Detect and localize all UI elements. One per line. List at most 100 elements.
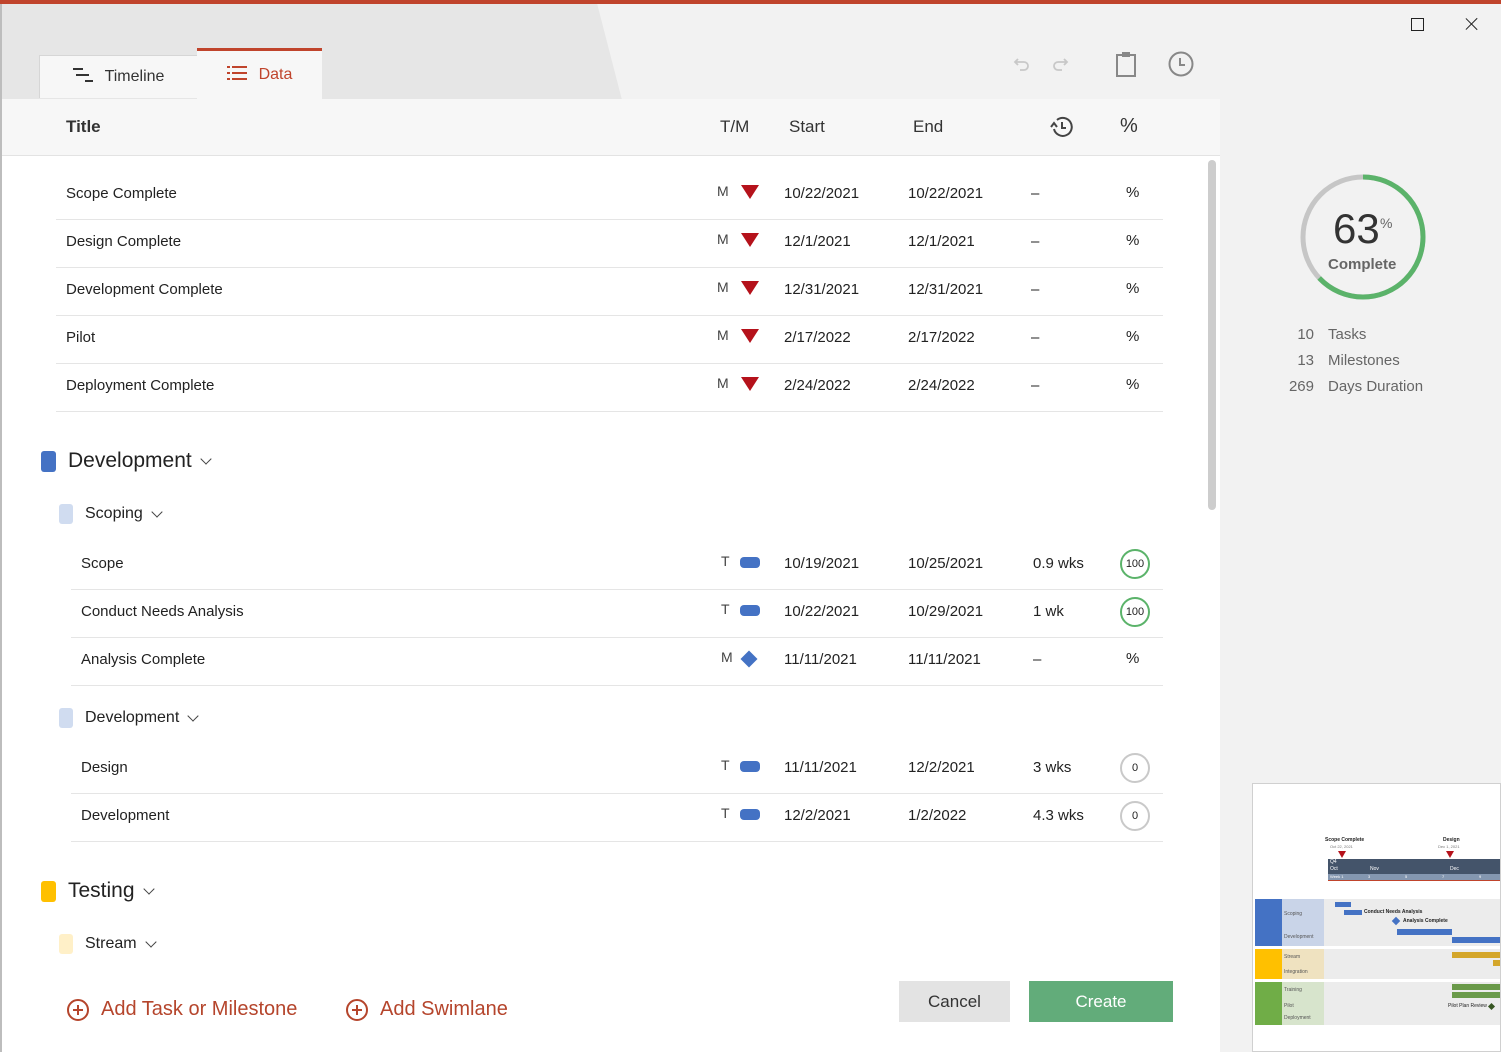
row-start: 10/19/2021 — [784, 555, 860, 572]
row-type: T — [721, 601, 730, 617]
timeline-icon — [72, 67, 93, 87]
swimlane-color-swatch[interactable] — [41, 880, 56, 902]
row-type: M — [717, 231, 729, 247]
group-title: Scoping — [85, 505, 143, 522]
table-row[interactable]: Pilot M 2/17/2022 2/17/2022 – % — [56, 315, 1163, 364]
table-row[interactable]: Scope Complete M 10/22/2021 10/22/2021 –… — [56, 171, 1163, 220]
timeline-preview[interactable]: Scope Complete Oct 22, 2021 Design Dec 1… — [1252, 783, 1501, 1052]
table-row[interactable]: Design Complete M 12/1/2021 12/1/2021 – … — [56, 219, 1163, 268]
preview-milestone-date: Oct 22, 2021 — [1330, 844, 1353, 849]
chevron-down-icon[interactable] — [144, 935, 157, 948]
table-row[interactable]: Analysis Complete M 11/11/2021 11/11/202… — [71, 637, 1163, 686]
table-row[interactable]: Development T 12/2/2021 1/2/2022 4.3 wks… — [71, 793, 1163, 842]
milestone-triangle-icon — [741, 329, 759, 343]
row-type: T — [721, 757, 730, 773]
row-end: 12/1/2021 — [908, 233, 975, 250]
percent-complete-badge[interactable]: 0 — [1120, 753, 1150, 783]
row-end: 2/17/2022 — [908, 329, 975, 346]
preview-quarter: Q4 — [1330, 859, 1337, 865]
row-title: Deployment Complete — [66, 377, 215, 394]
group-color-swatch[interactable] — [59, 934, 73, 954]
clock-icon — [1168, 51, 1194, 77]
redo-button[interactable] — [1046, 50, 1074, 78]
stat-value: 13 — [1297, 352, 1314, 369]
preview-milestone-title: Design — [1443, 837, 1460, 843]
scrollbar[interactable] — [1208, 160, 1216, 510]
clipboard-button[interactable] — [1112, 50, 1140, 78]
group-scoping[interactable]: Scoping — [59, 504, 163, 524]
group-color-swatch[interactable] — [59, 708, 73, 728]
percent-symbol: % — [1380, 215, 1393, 231]
preview-task-label: Conduct Needs Analysis — [1364, 909, 1423, 915]
row-percent: % — [1126, 232, 1140, 249]
table-row[interactable]: Deployment Complete M 2/24/2022 2/24/202… — [56, 363, 1163, 412]
group-stream[interactable]: Stream — [59, 934, 157, 954]
preview-milestone-title: Scope Complete — [1325, 837, 1365, 843]
chevron-down-icon[interactable] — [187, 709, 199, 722]
preview-row-label: Development — [1284, 934, 1314, 940]
row-type: M — [721, 649, 733, 665]
list-icon — [226, 65, 247, 85]
row-end: 1/2/2022 — [908, 807, 967, 824]
close-button[interactable] — [1460, 12, 1484, 36]
preview-row-label: Integration — [1284, 969, 1308, 975]
preview-week: 5 — [1405, 874, 1408, 879]
row-end: 12/2/2021 — [908, 759, 975, 776]
row-start: 11/11/2021 — [784, 759, 857, 776]
chevron-down-icon[interactable] — [151, 505, 163, 518]
percent-complete-badge[interactable]: 0 — [1120, 801, 1150, 831]
swimlane-title: Testing — [68, 879, 135, 902]
row-start: 2/17/2022 — [784, 329, 851, 346]
add-task-button[interactable]: Add Task or Milestone — [67, 998, 297, 1021]
preview-milestone-triangle — [1338, 851, 1346, 858]
chevron-down-icon[interactable] — [200, 452, 212, 465]
row-type: M — [717, 279, 729, 295]
row-end: 10/25/2021 — [908, 555, 984, 572]
table-row[interactable]: Design T 11/11/2021 12/2/2021 3 wks 0 — [71, 745, 1163, 794]
swimlane-testing[interactable]: Testing — [41, 879, 155, 903]
maximize-button[interactable] — [1405, 12, 1429, 36]
row-start: 12/2/2021 — [784, 807, 851, 824]
history-button[interactable] — [1167, 50, 1195, 78]
chevron-down-icon[interactable] — [142, 882, 155, 895]
stat-milestones: 13 Milestones — [1282, 352, 1482, 369]
preview-week: Week 1 — [1330, 874, 1344, 879]
group-development[interactable]: Development — [59, 708, 199, 728]
preview-month: Oct — [1330, 866, 1338, 872]
row-type: T — [721, 553, 730, 569]
create-button[interactable]: Create — [1029, 981, 1173, 1022]
add-circle-icon — [67, 998, 89, 1021]
cancel-button[interactable]: Cancel — [899, 981, 1010, 1022]
preview-row-label: Training — [1284, 987, 1302, 993]
duration-clock-icon — [1048, 115, 1076, 144]
percent-complete-badge[interactable]: 100 — [1120, 549, 1150, 579]
percent-complete-value: 63 — [1333, 205, 1380, 252]
table-row[interactable]: Scope T 10/19/2021 10/25/2021 0.9 wks 10… — [71, 541, 1163, 590]
preview-row-label: Pilot — [1284, 1003, 1294, 1009]
table-row[interactable]: Development Complete M 12/31/2021 12/31/… — [56, 267, 1163, 316]
preview-task-label: Analysis Complete — [1403, 918, 1448, 924]
swimlane-development[interactable]: Development — [41, 449, 212, 473]
tab-timeline[interactable]: Timeline — [39, 55, 198, 98]
undo-button[interactable] — [1008, 50, 1036, 78]
row-end: 10/29/2021 — [908, 603, 984, 620]
tab-data[interactable]: Data — [197, 48, 322, 99]
add-swimlane-button[interactable]: Add Swimlane — [346, 998, 508, 1021]
milestone-diamond-icon — [740, 650, 758, 668]
swimlane-color-swatch[interactable] — [41, 450, 56, 472]
row-percent: % — [1126, 376, 1140, 393]
row-title: Pilot — [66, 329, 96, 346]
row-percent: % — [1126, 328, 1140, 345]
group-color-swatch[interactable] — [59, 504, 73, 524]
row-start: 11/11/2021 — [784, 651, 857, 668]
preview-weeks — [1328, 874, 1500, 881]
row-duration: 1 wk — [1033, 603, 1064, 620]
task-bar-icon — [740, 759, 760, 772]
table-row[interactable]: Conduct Needs Analysis T 10/22/2021 10/2… — [71, 589, 1163, 638]
row-type: M — [717, 327, 729, 343]
row-duration: – — [1031, 329, 1040, 346]
stat-value: 10 — [1297, 326, 1314, 343]
header-title: Title — [66, 117, 101, 136]
preview-task-label: Pilot Plan Review — [1448, 1003, 1487, 1009]
percent-complete-badge[interactable]: 100 — [1120, 597, 1150, 627]
